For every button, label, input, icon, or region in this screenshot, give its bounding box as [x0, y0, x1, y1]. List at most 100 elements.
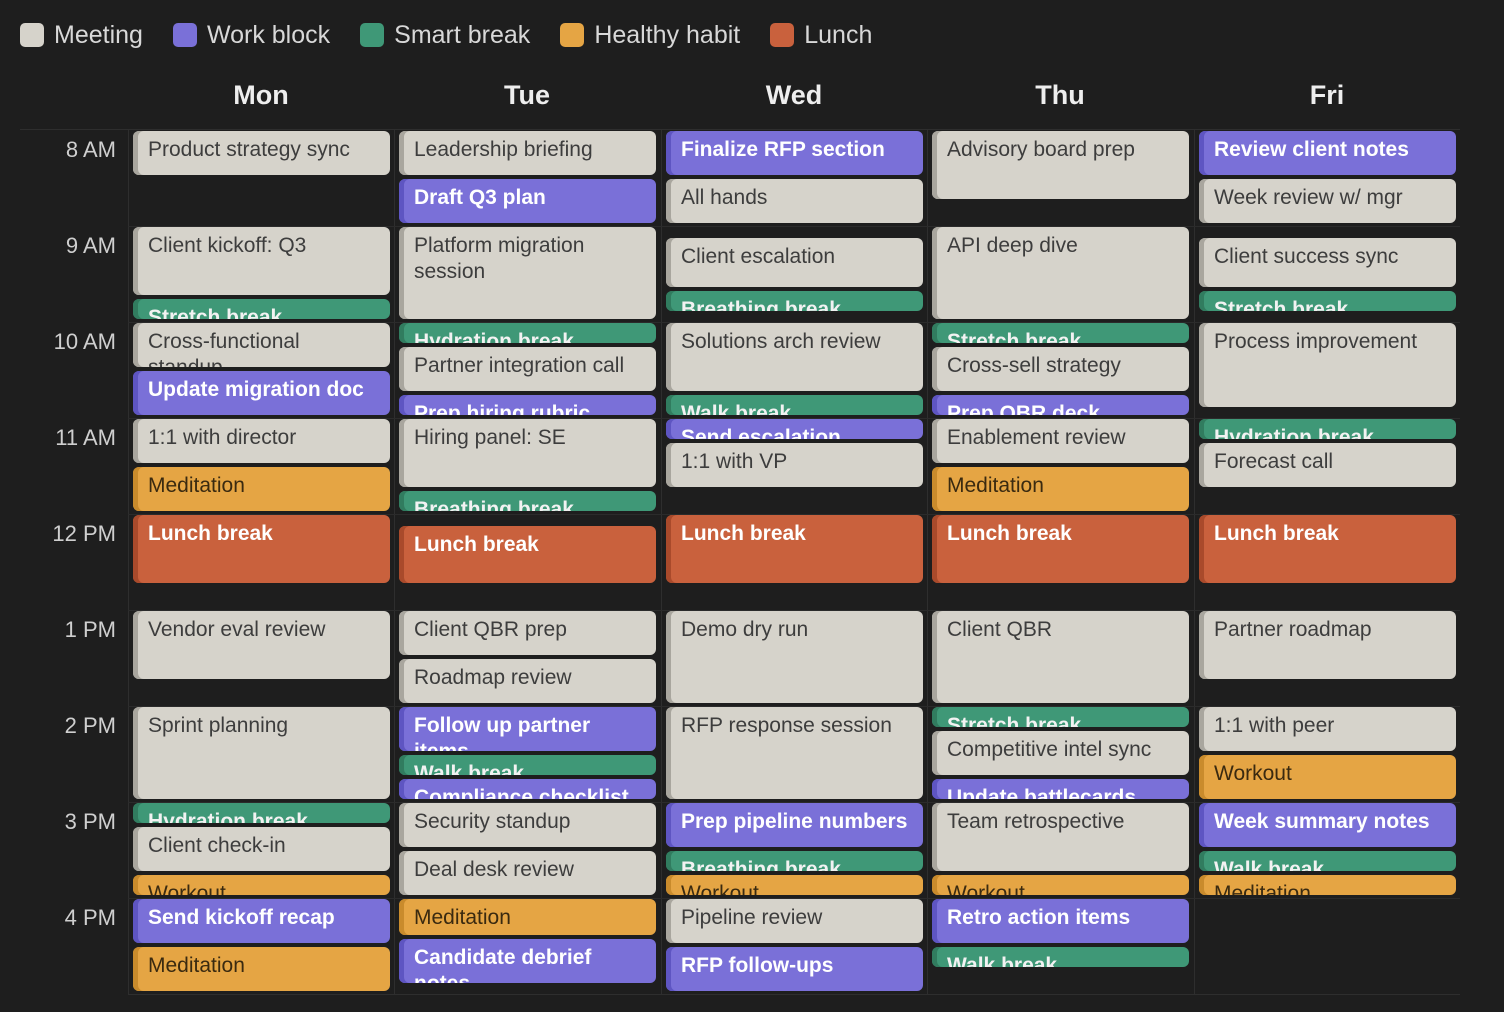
event-work[interactable]: Send kickoff recap — [133, 899, 390, 943]
event-meeting[interactable]: API deep dive — [932, 227, 1189, 319]
grid-top-border — [20, 129, 1460, 130]
event-meeting[interactable]: Process improvement — [1199, 323, 1456, 407]
event-meeting[interactable]: 1:1 with director — [133, 419, 390, 463]
event-habit[interactable]: Workout — [666, 875, 923, 895]
event-lunch[interactable]: Lunch break — [399, 526, 656, 583]
event-lunch[interactable]: Lunch break — [932, 515, 1189, 583]
day-header-mon: Mon — [233, 80, 289, 110]
event-smart[interactable]: Breathing break — [399, 491, 656, 511]
event-work[interactable]: Week summary notes — [1199, 803, 1456, 847]
event-meeting[interactable]: Week review w/ mgr — [1199, 179, 1456, 223]
event-meeting[interactable]: Solutions arch review — [666, 323, 923, 391]
event-smart[interactable]: Walk break — [932, 947, 1189, 967]
event-habit[interactable]: Meditation — [133, 947, 390, 991]
event-meeting[interactable]: Advisory board prep — [932, 131, 1189, 199]
event-meeting[interactable]: Demo dry run — [666, 611, 923, 703]
event-meeting[interactable]: Client kickoff: Q3 — [133, 227, 390, 295]
column-divider — [394, 130, 395, 994]
event-meeting[interactable]: Security standup — [399, 803, 656, 847]
event-meeting[interactable]: 1:1 with VP — [666, 443, 923, 487]
day-header-wed: Wed — [765, 80, 823, 110]
event-smart[interactable]: Walk break — [1199, 851, 1456, 871]
legend-item-smart-break: Smart break — [360, 21, 530, 50]
time-label-8am: 8 AM — [65, 137, 116, 162]
event-work[interactable]: Candidate debrief notes — [399, 939, 656, 983]
event-smart[interactable]: Stretch break — [133, 299, 390, 319]
event-work[interactable]: Prep hiring rubric — [399, 395, 656, 415]
event-smart[interactable]: Stretch break — [1199, 291, 1456, 311]
event-smart[interactable]: Walk break — [399, 755, 656, 775]
column-divider — [661, 130, 662, 994]
event-smart[interactable]: Stretch break — [932, 707, 1189, 727]
event-habit[interactable]: Meditation — [133, 467, 390, 511]
event-smart[interactable]: Hydration break — [399, 323, 656, 343]
event-meeting[interactable]: All hands — [666, 179, 923, 223]
meeting-swatch-icon — [20, 23, 44, 47]
event-habit[interactable]: Workout — [1199, 755, 1456, 799]
healthy-habit-swatch-icon — [560, 23, 585, 47]
event-meeting[interactable]: Client QBR — [932, 611, 1189, 703]
event-work[interactable]: Follow up partner items — [399, 707, 656, 751]
event-meeting[interactable]: Product strategy sync — [133, 131, 390, 175]
event-meeting[interactable]: Client escalation — [666, 238, 923, 287]
event-habit[interactable]: Meditation — [932, 467, 1189, 511]
event-meeting[interactable]: Pipeline review — [666, 899, 923, 943]
event-smart[interactable]: Breathing break — [666, 291, 923, 311]
event-lunch[interactable]: Lunch break — [1199, 515, 1456, 583]
event-meeting[interactable]: Cross-sell strategy — [932, 347, 1189, 391]
event-meeting[interactable]: Partner integration call — [399, 347, 656, 391]
event-meeting[interactable]: Hiring panel: SE — [399, 419, 656, 487]
event-lunch[interactable]: Lunch break — [666, 515, 923, 583]
event-work[interactable]: Update battlecards — [932, 779, 1189, 799]
time-label-1pm: 1 PM — [64, 617, 116, 642]
event-meeting[interactable]: Competitive intel sync — [932, 731, 1189, 775]
event-work[interactable]: Retro action items — [932, 899, 1189, 943]
event-meeting[interactable]: Platform migration session — [399, 227, 656, 319]
event-smart[interactable]: Breathing break — [666, 851, 923, 871]
event-meeting[interactable]: Client QBR prep — [399, 611, 656, 655]
event-habit[interactable]: Workout — [932, 875, 1189, 895]
event-work[interactable]: Update migration doc — [133, 371, 390, 415]
event-smart[interactable]: Stretch break — [932, 323, 1189, 343]
event-meeting[interactable]: Client check-in — [133, 827, 390, 871]
event-work[interactable]: Compliance checklist — [399, 779, 656, 799]
smart-break-swatch-icon — [360, 23, 385, 47]
event-meeting[interactable]: Roadmap review — [399, 659, 656, 703]
event-meeting[interactable]: Vendor eval review — [133, 611, 390, 679]
event-work[interactable]: Prep QBR deck — [932, 395, 1189, 415]
event-work[interactable]: Prep pipeline numbers — [666, 803, 923, 847]
event-habit[interactable]: Meditation — [1199, 875, 1456, 895]
event-lunch[interactable]: Lunch break — [133, 515, 390, 583]
event-smart[interactable]: Hydration break — [1199, 419, 1456, 439]
grid-bottom-border — [128, 994, 1460, 995]
event-meeting[interactable]: RFP response session — [666, 707, 923, 799]
event-meeting[interactable]: Client success sync — [1199, 238, 1456, 287]
event-smart[interactable]: Walk break — [666, 395, 923, 415]
event-meeting[interactable]: Deal desk review — [399, 851, 656, 895]
day-header-tue: Tue — [504, 80, 550, 110]
event-meeting[interactable]: Partner roadmap — [1199, 611, 1456, 679]
work-block-swatch-icon — [172, 23, 197, 47]
legend-label: Meeting — [54, 20, 143, 49]
event-meeting[interactable]: Sprint planning — [133, 707, 390, 799]
time-label-2pm: 2 PM — [64, 713, 116, 738]
lunch-swatch-icon — [770, 23, 795, 47]
event-meeting[interactable]: 1:1 with peer — [1199, 707, 1456, 751]
legend-item-work-block: Work block — [172, 21, 330, 50]
legend-label: Smart break — [394, 20, 531, 49]
event-work[interactable]: Finalize RFP section — [666, 131, 923, 175]
legend-label: Lunch — [804, 20, 873, 49]
event-work[interactable]: Send escalation — [666, 419, 923, 439]
event-meeting[interactable]: Cross-functional standup — [133, 323, 390, 367]
event-work[interactable]: Review client notes — [1199, 131, 1456, 175]
event-meeting[interactable]: Enablement review — [932, 419, 1189, 463]
event-meeting[interactable]: Forecast call — [1199, 443, 1456, 487]
legend-item-healthy-habit: Healthy habit — [560, 21, 740, 50]
event-smart[interactable]: Hydration break — [133, 803, 390, 823]
event-meeting[interactable]: Leadership briefing — [399, 131, 656, 175]
event-work[interactable]: Draft Q3 plan — [399, 179, 656, 223]
event-meeting[interactable]: Team retrospective — [932, 803, 1189, 871]
event-habit[interactable]: Workout — [133, 875, 390, 895]
event-work[interactable]: RFP follow-ups — [666, 947, 923, 991]
event-habit[interactable]: Meditation — [399, 899, 656, 935]
